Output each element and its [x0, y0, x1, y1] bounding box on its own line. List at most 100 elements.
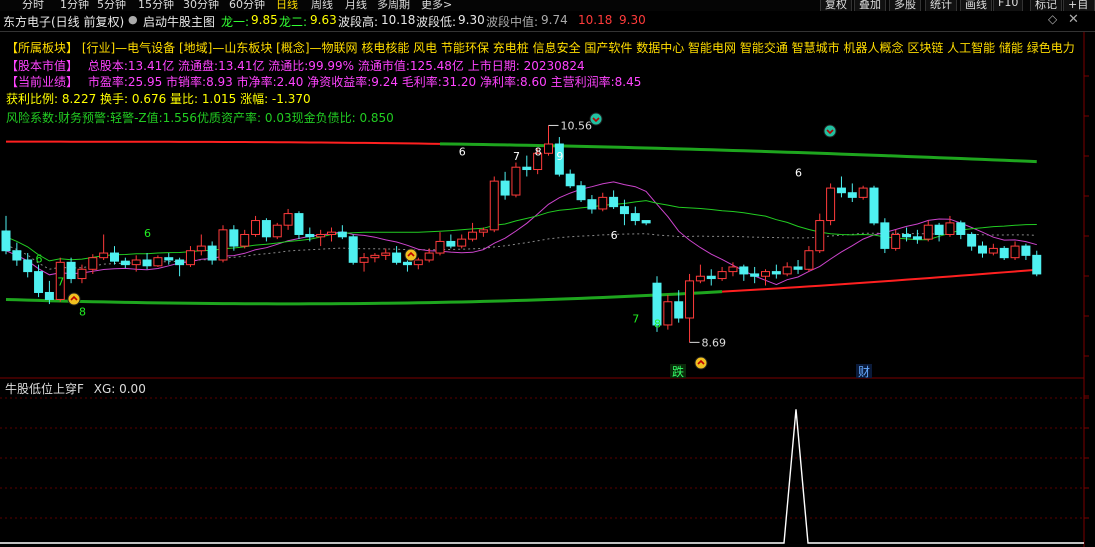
wave-mid-label: 波段中值: — [486, 15, 539, 29]
candle-body — [164, 257, 174, 261]
candle-body — [1032, 254, 1042, 275]
tab-8[interactable]: 月线 — [345, 0, 367, 11]
candle-body — [771, 271, 781, 275]
tab-9[interactable]: 多周期 — [377, 0, 410, 11]
candle-body — [251, 220, 261, 235]
candle-body — [804, 250, 814, 270]
profit-ratio-info: 获利比例: 8.227 换手: 0.676 量比: 1.015 涨幅: -1.3… — [6, 92, 311, 106]
candle-body — [392, 252, 402, 263]
candle-body — [500, 180, 510, 196]
candle-body — [294, 213, 304, 235]
candle-body — [847, 192, 857, 198]
candle-body — [674, 301, 684, 319]
tab-1[interactable]: 1分钟 — [60, 0, 89, 11]
sequence-digit: 8 — [654, 317, 661, 330]
die-badge: 跌 — [672, 364, 684, 379]
sector-info: 【所属板块】 [行业]—电气设备 [地域]—山东板块 [概念]—物联网 核电核能… — [6, 39, 1075, 56]
candle-body — [110, 252, 119, 262]
candle-body — [120, 260, 130, 266]
candle-body — [229, 229, 239, 247]
risk-info: 风险系数:财务预警:轻警-Z值:1.556优质资产率: 0.03现金负债比: 0… — [6, 111, 394, 125]
candle-body — [891, 233, 901, 249]
candle-body — [587, 199, 597, 210]
toolbar-button-7[interactable]: +自选 — [1063, 0, 1095, 11]
candle-body — [923, 224, 933, 240]
performance-label: 【当前业绩】 — [6, 75, 79, 89]
tab-6[interactable]: 日线 — [276, 0, 298, 11]
candle-body — [706, 275, 716, 280]
tab-4[interactable]: 30分钟 — [183, 0, 219, 11]
candle-body — [902, 233, 912, 238]
candle-body — [196, 245, 206, 252]
candle-body — [576, 185, 586, 201]
long2-value: 9.63 — [310, 13, 337, 27]
candle-body — [381, 252, 391, 256]
indicator-title: 牛股低位上穿F — [5, 382, 84, 396]
candle-body — [717, 271, 727, 280]
candle-body — [999, 247, 1009, 259]
candle-body — [175, 259, 185, 266]
performance-info: 【当前业绩】 市盈率:25.95 市销率:8.93 市净率:2.40 净资收益率… — [6, 73, 641, 90]
candle-body — [316, 233, 326, 238]
formula-dropdown-icon[interactable]: ● — [128, 13, 138, 26]
indicator-header: 牛股低位上穿F XG: 0.00 — [0, 380, 146, 396]
tab-2[interactable]: 5分钟 — [97, 0, 126, 11]
sequence-digit: 8 — [535, 146, 542, 159]
extra-value-2: 9.30 — [619, 13, 646, 27]
tab-5[interactable]: 60分钟 — [229, 0, 265, 11]
extra-value-1: 10.18 — [578, 13, 613, 27]
sequence-digit: 6 — [611, 229, 618, 242]
candle-body — [967, 233, 977, 247]
tab-3[interactable]: 15分钟 — [138, 0, 174, 11]
capital-text: 总股本:13.41亿 流通盘:13.41亿 流通比:99.99% 流通市值:12… — [87, 59, 585, 73]
toolbar-button-1[interactable]: 叠加 — [854, 0, 886, 11]
toolbar-button-4[interactable]: 画线 — [960, 0, 992, 11]
candle-body — [1010, 245, 1020, 259]
toolbar-button-5[interactable]: F10 — [993, 0, 1024, 11]
upper-band-green — [439, 142, 1037, 164]
long1-label: 龙一: — [221, 15, 250, 29]
candle-body — [131, 259, 141, 266]
sell-signal-icon — [823, 124, 837, 138]
candle-body — [761, 271, 770, 277]
sequence-digit: 8 — [79, 306, 86, 319]
toolbar-button-0[interactable]: 复权 — [820, 0, 852, 11]
stock-title: 东方电子(日线 前复权) — [3, 15, 125, 29]
xg-indicator-line — [0, 409, 1084, 544]
toolbar-button-6[interactable]: 标记 — [1030, 0, 1062, 11]
candle-body — [359, 257, 369, 263]
toolbar-button-3[interactable]: 统计 — [925, 0, 957, 11]
formula-name[interactable]: 启动牛股主图 — [143, 13, 215, 30]
candle-body — [34, 271, 44, 293]
toolbar-button-2[interactable]: 多股 — [889, 0, 921, 11]
candle-body — [630, 213, 640, 222]
candle-body — [641, 220, 651, 224]
candle-body — [880, 222, 890, 249]
candle-body — [815, 220, 825, 252]
candle-body — [348, 236, 358, 263]
wave-high-label: 波段高: — [338, 15, 379, 29]
candle-body — [468, 231, 478, 240]
candle-body — [858, 187, 868, 198]
tab-10[interactable]: 更多> — [421, 0, 452, 11]
tab-7[interactable]: 周线 — [311, 0, 333, 11]
candle-body — [565, 173, 575, 187]
candle-body — [978, 245, 987, 254]
sector-text: 【所属板块】 [行业]—电气设备 [地域]—山东板块 [概念]—物联网 核电核能… — [6, 41, 1075, 55]
close-icon[interactable]: ✕ — [1068, 12, 1079, 27]
buy-signal-icon — [694, 356, 708, 370]
collapse-icon[interactable]: ◇ — [1048, 12, 1057, 26]
tab-0[interactable]: 分时 — [22, 0, 44, 11]
buy-signal-icon — [67, 292, 81, 306]
candle-body — [207, 245, 217, 261]
candle-body — [142, 259, 152, 267]
candle-body — [544, 143, 553, 154]
candle-body — [370, 254, 380, 259]
candle-body — [77, 268, 87, 280]
lower-band-green — [5, 290, 723, 306]
candle-body — [153, 257, 163, 267]
candle-body — [728, 266, 738, 273]
candle-body — [283, 213, 293, 226]
indicator-xg: XG: 0.00 — [93, 382, 146, 396]
candle-body — [826, 187, 836, 222]
